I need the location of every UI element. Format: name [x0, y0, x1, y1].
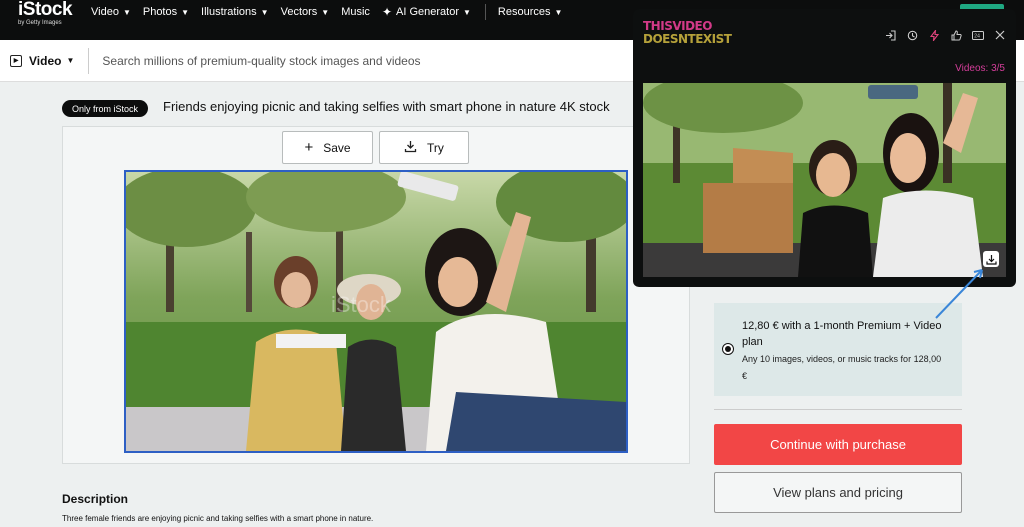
price-option-sub: Any 10 images, videos, or music tracks f…: [742, 354, 942, 381]
description-text: Three female friends are enjoying picnic…: [62, 514, 374, 523]
exclusive-badge: Only from iStock: [62, 100, 149, 117]
chevron-down-icon: ▼: [66, 56, 75, 65]
history-icon[interactable]: [906, 29, 918, 41]
hd-icon[interactable]: 24: [972, 29, 984, 41]
nav-label: Music: [341, 6, 370, 18]
enter-icon[interactable]: [884, 29, 896, 41]
istock-logo[interactable]: iStock by Getty Images: [18, 0, 78, 36]
radio-selected-dot: [725, 346, 731, 352]
chevron-down-icon: ▼: [260, 7, 269, 17]
nav-label: Illustrations: [201, 6, 257, 18]
logo-text: iStock: [18, 0, 73, 20]
asset-title: Friends enjoying picnic and taking selfi…: [163, 99, 610, 114]
download-icon: [404, 140, 417, 156]
close-icon[interactable]: [994, 29, 1006, 41]
play-icon: ▶: [10, 54, 22, 67]
save-label: Save: [323, 140, 351, 155]
nav-item-resources[interactable]: Resources ▼: [498, 6, 563, 18]
chevron-down-icon: ▼: [554, 7, 563, 17]
thumbs-up-icon[interactable]: [950, 29, 962, 41]
image-watermark: iStock: [331, 292, 392, 317]
svg-text:24: 24: [974, 33, 980, 39]
pricing-divider: [714, 409, 962, 410]
chevron-down-icon: ▼: [321, 7, 330, 17]
overlay-logo-line2: DOESNTEXIST: [643, 32, 732, 46]
nav-item-illustrations[interactable]: Illustrations ▼: [201, 6, 269, 18]
price-option-main: 12,80 € with a 1-month Premium + Video p…: [742, 320, 942, 348]
nav-item-ai-generator[interactable]: ✦ AI Generator ▼: [382, 5, 471, 19]
try-button[interactable]: Try: [379, 131, 469, 164]
logo-subtext: by Getty Images: [18, 20, 62, 26]
nav-items: Video ▼ Photos ▼ Illustrations ▼ Vectors ▼ M…: [91, 0, 574, 24]
nav-item-music[interactable]: Music: [341, 6, 370, 18]
nav-label: Photos: [142, 6, 178, 18]
nav-item-vectors[interactable]: Vectors ▼: [281, 6, 330, 18]
main-preview-image[interactable]: iStock: [124, 170, 628, 453]
description-heading: Description: [62, 492, 129, 506]
price-option-radio[interactable]: [722, 343, 734, 355]
bolt-icon[interactable]: [928, 29, 940, 41]
nav-label: Video: [91, 6, 119, 18]
try-label: Try: [427, 140, 444, 155]
annotation-arrow: [935, 269, 983, 319]
overlay-logo: THISVIDEO DOESNTEXIST: [643, 20, 732, 46]
search-input[interactable]: [102, 53, 603, 68]
media-type-label: Video: [29, 53, 62, 68]
view-plans-button[interactable]: View plans and pricing: [714, 472, 962, 513]
search-divider: [88, 47, 90, 74]
media-type-select[interactable]: ▶ Video ▼: [10, 54, 74, 68]
nav-label: Resources: [497, 6, 551, 18]
nav-label: Vectors: [280, 6, 318, 18]
overlay-video[interactable]: [643, 83, 1006, 277]
plus-icon: +: [304, 139, 314, 156]
video-counter: Videos: 3/5: [955, 63, 1005, 74]
continue-purchase-button[interactable]: Continue with purchase: [714, 424, 962, 465]
nav-divider: [484, 4, 486, 20]
nav-item-photos[interactable]: Photos ▼: [143, 6, 189, 18]
chevron-down-icon: ▼: [181, 7, 190, 17]
chevron-down-icon: ▼: [462, 7, 471, 17]
nav-label: AI Generator: [396, 6, 459, 18]
chevron-down-icon: ▼: [122, 7, 131, 17]
sparkle-icon: ✦: [381, 5, 392, 19]
save-button[interactable]: + Save: [282, 131, 373, 164]
overlay-toolbar: 24: [874, 29, 1006, 41]
nav-item-video[interactable]: Video ▼: [91, 6, 131, 18]
extension-overlay: THISVIDEO DOESNTEXIST 24 Videos: 3/5: [633, 9, 1016, 287]
